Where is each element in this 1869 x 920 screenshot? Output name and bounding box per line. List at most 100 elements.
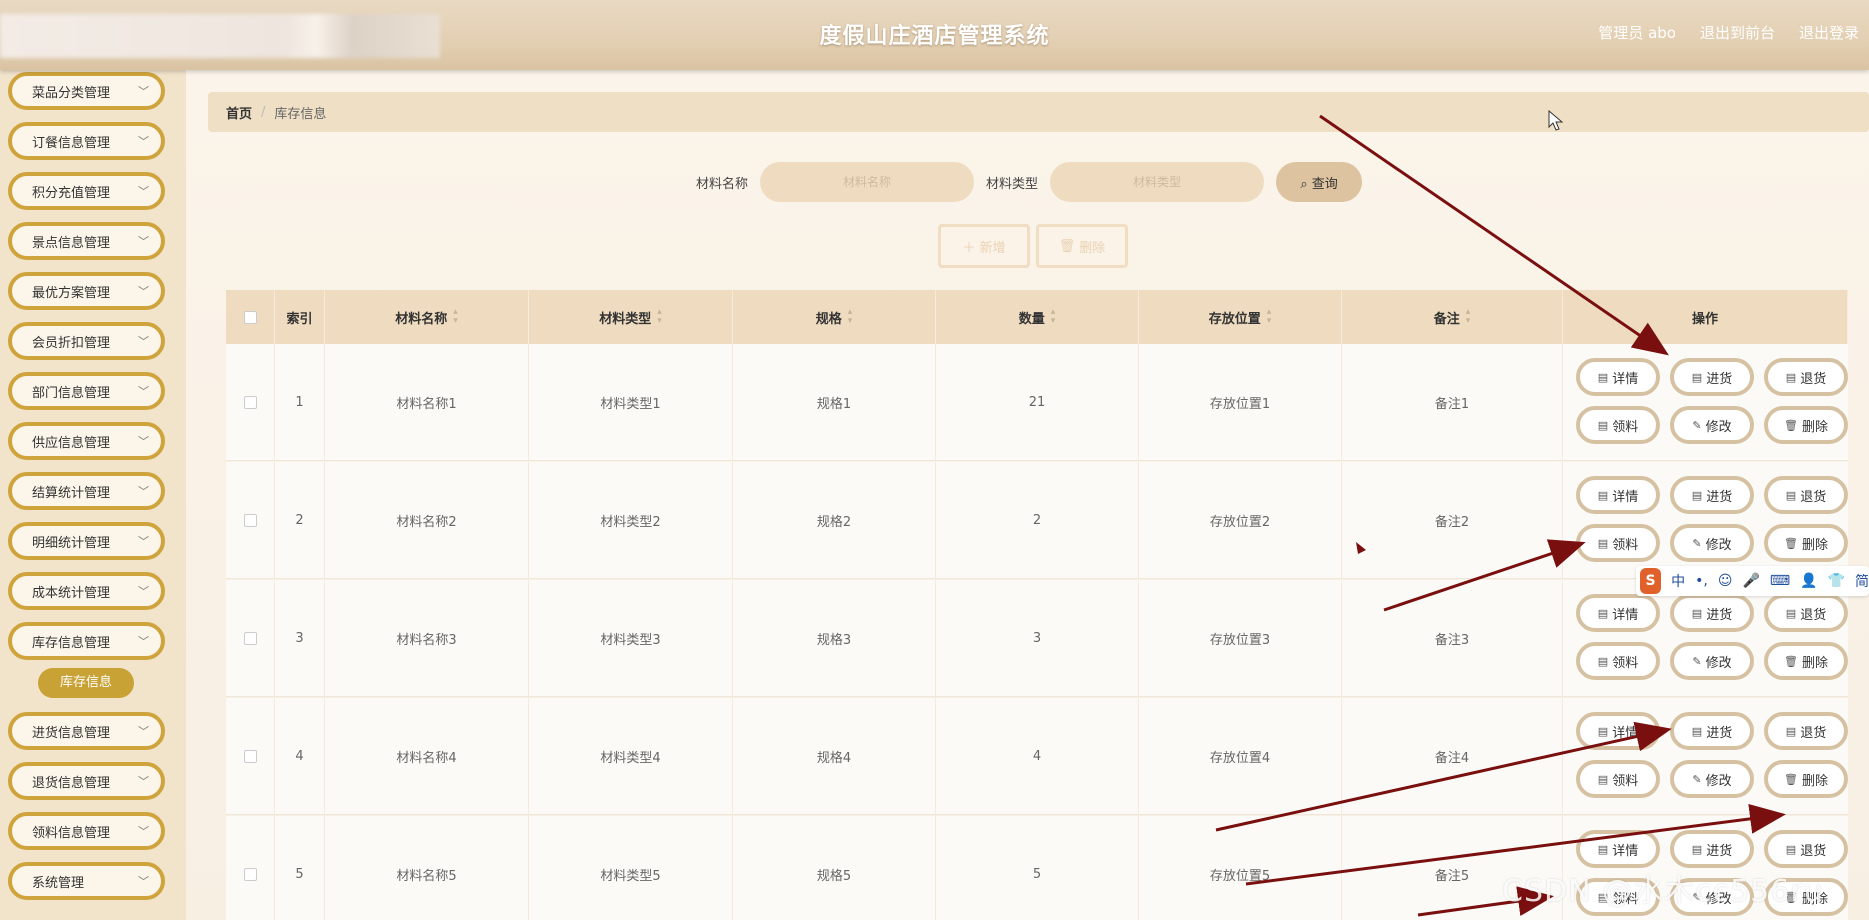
ime-skin-icon[interactable]: 👕 <box>1828 573 1845 589</box>
sidebar-subitem-inventory-info[interactable]: 库存信息 <box>38 668 134 698</box>
row-checkbox[interactable] <box>243 749 257 763</box>
back-to-frontend-link[interactable]: 退出到前台 <box>1700 22 1775 43</box>
column-header-location[interactable]: 存放位置 ▴ ▾ <box>1139 290 1342 344</box>
cell-select[interactable] <box>226 344 275 460</box>
pencil-icon: ✎ <box>1692 536 1702 550</box>
ime-user-icon[interactable]: 👤 <box>1800 573 1817 589</box>
sidebar-item-return[interactable]: 退货信息管理 ﹀ <box>8 762 165 800</box>
detail-button-label: 详情 <box>1612 843 1639 859</box>
sidebar-item-best-plan[interactable]: 最优方案管理 ﹀ <box>8 272 165 310</box>
column-header-quantity[interactable]: 数量 ▴ ▾ <box>936 290 1139 344</box>
requisition-button[interactable]: ▤ 领料 <box>1576 642 1660 680</box>
return-button[interactable]: ▤ 退货 <box>1764 830 1848 868</box>
sidebar-item-cost-stats[interactable]: 成本统计管理 ﹀ <box>8 572 165 610</box>
document-icon: ▤ <box>1691 370 1703 384</box>
ime-keyboard-icon[interactable]: ⌨ <box>1770 573 1790 589</box>
detail-button[interactable]: ▤ 详情 <box>1576 712 1660 750</box>
sidebar-item-points[interactable]: 积分充值管理 ﹀ <box>8 172 165 210</box>
sidebar-item-supply[interactable]: 供应信息管理 ﹀ <box>8 422 165 460</box>
return-button[interactable]: ▤ 退货 <box>1764 476 1848 514</box>
detail-button[interactable]: ▤ 详情 <box>1576 358 1660 396</box>
requisition-button[interactable]: ▤ 领料 <box>1576 406 1660 444</box>
sidebar-item-department[interactable]: 部门信息管理 ﹀ <box>8 372 165 410</box>
sort-icon[interactable]: ▴ ▾ <box>848 308 853 326</box>
ime-emoji-icon[interactable]: ☺ <box>1718 573 1733 589</box>
sort-icon[interactable]: ▴ ▾ <box>1466 308 1471 326</box>
ime-punctuation-icon[interactable]: •, <box>1695 573 1708 589</box>
sort-icon[interactable]: ▴ ▾ <box>1267 308 1272 326</box>
purchase-button[interactable]: ▤ 进货 <box>1670 476 1754 514</box>
sort-icon[interactable]: ▴ ▾ <box>453 308 458 326</box>
purchase-button[interactable]: ▤ 进货 <box>1670 594 1754 632</box>
edit-button[interactable]: ✎ 修改 <box>1670 524 1754 562</box>
row-checkbox[interactable] <box>243 631 257 645</box>
sidebar-item-scenic[interactable]: 景点信息管理 ﹀ <box>8 222 165 260</box>
plus-icon: ＋ <box>962 240 976 256</box>
return-button[interactable]: ▤ 退货 <box>1764 358 1848 396</box>
sort-icon[interactable]: ▴ ▾ <box>657 308 662 326</box>
cell-select[interactable] <box>226 580 275 696</box>
sidebar-item-inventory[interactable]: 库存信息管理 ﹀ <box>8 622 165 660</box>
chevron-down-icon: ﹀ <box>138 775 149 788</box>
sidebar-item-settlement[interactable]: 结算统计管理 ﹀ <box>8 472 165 510</box>
purchase-button-label: 进货 <box>1706 843 1733 859</box>
delete-button[interactable]: 🗑 删除 <box>1764 406 1848 444</box>
delete-button[interactable]: 🗑 删除 <box>1764 524 1848 562</box>
column-header-note[interactable]: 备注 ▴ ▾ <box>1342 290 1563 344</box>
row-checkbox[interactable] <box>243 867 257 881</box>
sidebar-item-detail-stats[interactable]: 明细统计管理 ﹀ <box>8 522 165 560</box>
sidebar-item-system[interactable]: 系统管理 ﹀ <box>8 862 165 900</box>
edit-button[interactable]: ✎ 修改 <box>1670 760 1754 798</box>
delete-button-label: 删除 <box>1801 419 1828 435</box>
detail-button[interactable]: ▤ 详情 <box>1576 830 1660 868</box>
edit-button[interactable]: ✎ 修改 <box>1670 642 1754 680</box>
column-header-spec[interactable]: 规格 ▴ ▾ <box>733 290 936 344</box>
sogou-logo-icon[interactable]: S <box>1640 568 1662 594</box>
cell-select[interactable] <box>226 698 275 814</box>
header-select-all[interactable] <box>226 290 275 344</box>
sidebar-item-order[interactable]: 订餐信息管理 ﹀ <box>8 122 165 160</box>
requisition-button[interactable]: ▤ 领料 <box>1576 524 1660 562</box>
row-checkbox[interactable] <box>243 395 257 409</box>
sidebar-item-requisition[interactable]: 领料信息管理 ﹀ <box>8 812 165 850</box>
material-name-input[interactable] <box>760 162 975 202</box>
row-checkbox[interactable] <box>243 513 257 527</box>
sidebar-item-purchase[interactable]: 进货信息管理 ﹀ <box>8 712 165 750</box>
select-all-checkbox[interactable] <box>243 310 257 324</box>
detail-button[interactable]: ▤ 详情 <box>1576 476 1660 514</box>
sort-icon[interactable]: ▴ ▾ <box>1051 308 1056 326</box>
breadcrumb-home[interactable]: 首页 <box>226 103 252 122</box>
batch-delete-button[interactable]: 🗑 删除 <box>1036 224 1128 268</box>
column-header-material-name[interactable]: 材料名称 ▴ ▾ <box>325 290 529 344</box>
purchase-button[interactable]: ▤ 进货 <box>1670 712 1754 750</box>
delete-button[interactable]: 🗑 删除 <box>1764 642 1848 680</box>
delete-button[interactable]: 🗑 删除 <box>1764 760 1848 798</box>
purchase-button[interactable]: ▤ 进货 <box>1670 358 1754 396</box>
breadcrumb-current: 库存信息 <box>274 106 327 122</box>
ime-voice-icon[interactable]: 🎤 <box>1742 573 1759 589</box>
column-header-material-type[interactable]: 材料类型 ▴ ▾ <box>529 290 733 344</box>
return-button[interactable]: ▤ 退货 <box>1764 712 1848 750</box>
purchase-button[interactable]: ▤ 进货 <box>1670 830 1754 868</box>
material-type-input[interactable] <box>1050 162 1265 202</box>
return-button[interactable]: ▤ 退货 <box>1764 594 1848 632</box>
cell-select[interactable] <box>226 462 275 578</box>
add-button[interactable]: ＋新增 <box>938 224 1030 268</box>
admin-user-link[interactable]: 管理员 abo <box>1598 22 1676 43</box>
material-name-label: 材料名称 <box>696 176 749 192</box>
trash-icon: 🗑 <box>1784 536 1798 550</box>
ime-simplified-icon[interactable]: 简 <box>1855 571 1869 591</box>
detail-button[interactable]: ▤ 详情 <box>1576 594 1660 632</box>
sidebar-item-dish-category[interactable]: 菜品分类管理 ﹀ <box>8 72 165 110</box>
cell-index: 2 <box>275 462 325 578</box>
logout-link[interactable]: 退出登录 <box>1799 22 1859 43</box>
ime-chinese-icon[interactable]: 中 <box>1671 571 1685 591</box>
edit-button[interactable]: ✎ 修改 <box>1670 406 1754 444</box>
search-button[interactable]: ⌕ 查询 <box>1276 162 1363 202</box>
sidebar-item-label: 成本统计管理 <box>32 585 111 601</box>
cell-select[interactable] <box>226 816 275 920</box>
row-operations: ▤ 详情 ▤ 进货 ▤ 退货 ▤ 领料 ✎ 修改 🗑 删除 <box>1563 462 1848 578</box>
sidebar-item-member-discount[interactable]: 会员折扣管理 ﹀ <box>8 322 165 360</box>
cell-spec: 规格4 <box>733 698 936 814</box>
requisition-button[interactable]: ▤ 领料 <box>1576 760 1660 798</box>
